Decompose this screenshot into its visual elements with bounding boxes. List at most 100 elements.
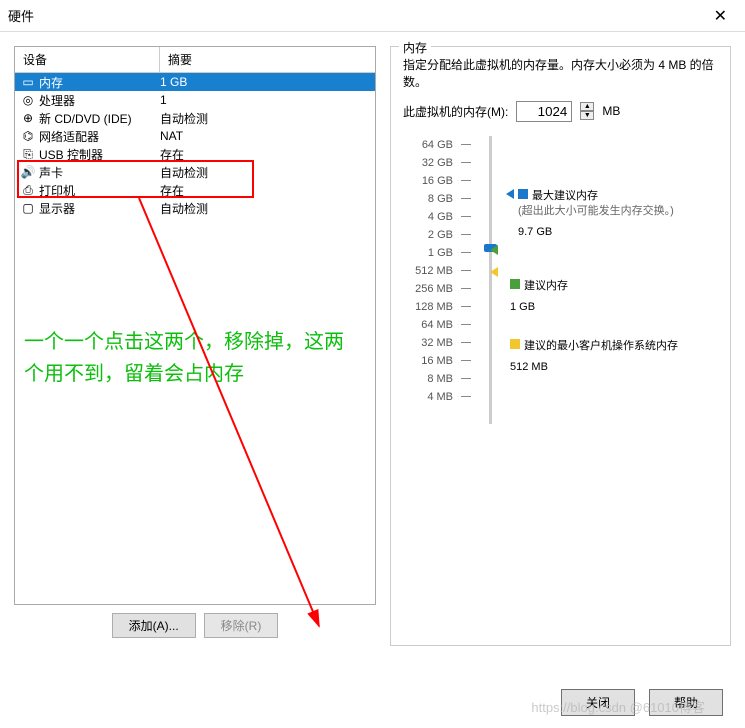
memory-slider-area: 64 GB32 GB16 GB8 GB4 GB2 GB1 GB512 MB256… xyxy=(403,136,718,424)
device-summary: 自动检测 xyxy=(160,110,371,127)
device-name: USB 控制器 xyxy=(37,146,160,163)
memory-input[interactable] xyxy=(516,101,572,122)
close-icon[interactable]: ✕ xyxy=(704,2,737,30)
tick-line xyxy=(461,298,475,316)
close-button[interactable]: 关闭 xyxy=(561,689,635,716)
table-row[interactable]: ⊕新 CD/DVD (IDE)自动检测 xyxy=(15,109,375,127)
memory-panel-title: 内存 xyxy=(399,39,431,56)
min-memory-marker: 建议的最小客户机操作系统内存 512 MB xyxy=(506,336,678,376)
display-icon: ▢ xyxy=(19,201,37,215)
memory-slider[interactable] xyxy=(489,136,492,424)
tick-label: 128 MB xyxy=(415,298,453,316)
table-row[interactable]: ▭内存1 GB xyxy=(15,73,375,91)
memory-desc: 指定分配给此虚拟机的内存量。内存大小必须为 4 MB 的倍数。 xyxy=(403,57,718,91)
memory-input-row: 此虚拟机的内存(M): ▲ ▼ MB xyxy=(403,101,718,122)
device-summary: 1 xyxy=(160,93,371,107)
tick-line xyxy=(461,280,475,298)
tick-line xyxy=(461,316,475,334)
device-summary: 自动检测 xyxy=(160,164,371,181)
tick-line xyxy=(461,190,475,208)
tick-line xyxy=(461,262,475,280)
add-button[interactable]: 添加(A)... xyxy=(112,613,196,638)
col-header-summary[interactable]: 摘要 xyxy=(160,47,375,72)
device-summary: 1 GB xyxy=(160,75,371,89)
button-row: 添加(A)... 移除(R) xyxy=(14,613,376,638)
device-name: 内存 xyxy=(37,74,160,91)
usb-icon: ⎘ xyxy=(19,147,37,162)
max-memory-value: 9.7 GB xyxy=(518,225,674,240)
col-header-device[interactable]: 设备 xyxy=(15,47,160,72)
tick-label: 512 MB xyxy=(415,262,453,280)
tri-yellow-icon xyxy=(490,267,498,277)
tick-line xyxy=(461,352,475,370)
tick-label: 4 GB xyxy=(428,208,453,226)
device-summary: 存在 xyxy=(160,182,371,199)
tick-label: 32 MB xyxy=(421,334,453,352)
cpu-icon: ◎ xyxy=(19,93,37,107)
memory-legend: 最大建议内存 (超出此大小可能发生内存交换。) 9.7 GB 建议内存 1 GB xyxy=(506,136,718,424)
network-icon: ⌬ xyxy=(19,129,37,143)
table-row[interactable]: ⎙打印机存在 xyxy=(15,181,375,199)
device-name: 网络适配器 xyxy=(37,128,160,145)
tick-label: 256 MB xyxy=(415,280,453,298)
memory-unit: MB xyxy=(602,104,620,118)
memory-spinner[interactable]: ▲ ▼ xyxy=(580,102,594,120)
footer-buttons: 关闭 帮助 xyxy=(561,689,723,716)
sq-green-icon xyxy=(510,279,520,289)
titlebar: 硬件 ✕ xyxy=(0,0,745,32)
tick-label: 64 MB xyxy=(421,316,453,334)
device-summary: 自动检测 xyxy=(160,200,371,217)
spinner-up-icon[interactable]: ▲ xyxy=(580,102,594,111)
sq-yellow-icon xyxy=(510,339,520,349)
tick-line xyxy=(461,208,475,226)
rec-memory-label: 建议内存 xyxy=(524,280,568,292)
device-summary: NAT xyxy=(160,129,371,143)
tick-line xyxy=(461,244,475,262)
printer-icon: ⎙ xyxy=(19,183,37,198)
table-row[interactable]: 🔊声卡自动检测 xyxy=(15,163,375,181)
min-memory-value: 512 MB xyxy=(510,360,678,375)
spinner-down-icon[interactable]: ▼ xyxy=(580,111,594,120)
device-name: 显示器 xyxy=(37,200,160,217)
tri-green-icon xyxy=(490,245,498,255)
tick-line xyxy=(461,154,475,172)
table-row[interactable]: ⌬网络适配器NAT xyxy=(15,127,375,145)
tri-blue-icon xyxy=(506,189,514,199)
annotation-text: 一个一个点击这两个，移除掉，这两个用不到，留着会占内存 xyxy=(24,326,344,390)
memory-icon: ▭ xyxy=(19,75,37,89)
tick-label: 16 MB xyxy=(421,352,453,370)
window-title: 硬件 xyxy=(8,6,34,25)
device-name: 新 CD/DVD (IDE) xyxy=(37,110,160,127)
max-memory-marker: 最大建议内存 (超出此大小可能发生内存交换。) 9.7 GB xyxy=(506,186,674,241)
table-header: 设备 摘要 xyxy=(15,47,375,73)
content: 设备 摘要 ▭内存1 GB◎处理器1⊕新 CD/DVD (IDE)自动检测⌬网络… xyxy=(0,32,745,652)
tick-line xyxy=(461,388,475,406)
memory-input-label: 此虚拟机的内存(M): xyxy=(403,103,508,120)
tick-label: 16 GB xyxy=(422,172,453,190)
table-row[interactable]: ▢显示器自动检测 xyxy=(15,199,375,217)
tick-label: 8 MB xyxy=(427,370,453,388)
help-button[interactable]: 帮助 xyxy=(649,689,723,716)
sound-icon: 🔊 xyxy=(19,165,37,179)
min-memory-label: 建议的最小客户机操作系统内存 xyxy=(524,340,678,352)
remove-button[interactable]: 移除(R) xyxy=(204,613,279,638)
tick-label: 32 GB xyxy=(422,154,453,172)
device-name: 声卡 xyxy=(37,164,160,181)
max-memory-label: 最大建议内存 xyxy=(532,190,598,202)
table-body: ▭内存1 GB◎处理器1⊕新 CD/DVD (IDE)自动检测⌬网络适配器NAT… xyxy=(15,73,375,217)
device-name: 打印机 xyxy=(37,182,160,199)
table-row[interactable]: ⎘USB 控制器存在 xyxy=(15,145,375,163)
tick-line xyxy=(461,136,475,154)
table-row[interactable]: ◎处理器1 xyxy=(15,91,375,109)
memory-panel: 内存 指定分配给此虚拟机的内存量。内存大小必须为 4 MB 的倍数。 此虚拟机的… xyxy=(390,46,731,646)
tick-label: 8 GB xyxy=(428,190,453,208)
rec-memory-value: 1 GB xyxy=(510,300,568,315)
sq-blue-icon xyxy=(518,189,528,199)
max-memory-note: (超出此大小可能发生内存交换。) xyxy=(518,205,674,217)
cd-icon: ⊕ xyxy=(19,111,37,125)
tick-line xyxy=(461,370,475,388)
tick-label: 1 GB xyxy=(428,244,453,262)
tick-line xyxy=(461,226,475,244)
tick-label: 64 GB xyxy=(422,136,453,154)
device-summary: 存在 xyxy=(160,146,371,163)
